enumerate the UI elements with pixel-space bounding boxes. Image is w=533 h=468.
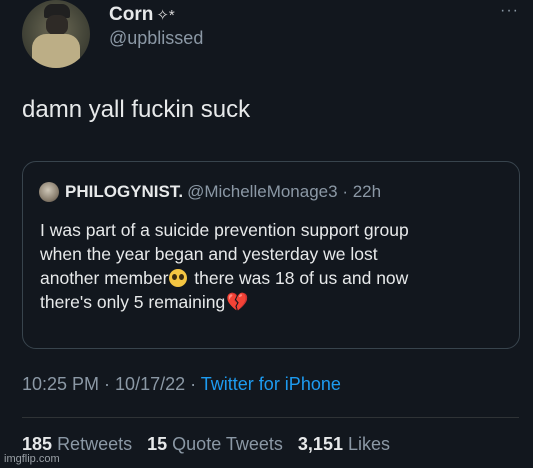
retweets-count: 185 <box>22 434 53 454</box>
watermark: imgflip.com <box>4 453 60 465</box>
quoted-text-line: I was part of a suicide prevention suppo… <box>40 220 409 240</box>
quoted-time-separator: · <box>337 182 353 201</box>
quoted-tweet[interactable]: PHILOGYNIST. @MichelleMonage3 · 22h I was… <box>22 161 520 349</box>
quote-tweets-count: 15 <box>147 434 168 454</box>
quote-tweets-stat[interactable]: 15 Quote Tweets <box>147 434 283 454</box>
author-handle[interactable]: @upblissed <box>109 28 203 49</box>
avatar-body <box>32 34 80 68</box>
broken-heart-emoji-icon: 💔 <box>226 292 249 312</box>
tweet-text: damn yall fuckin suck <box>22 96 251 123</box>
quoted-text-line: another member there was 18 of us and no… <box>40 266 510 290</box>
quoted-text-segment: another member <box>40 268 169 288</box>
quoted-text-segment: there's only 5 remaining <box>40 292 226 312</box>
tweet-source-link[interactable]: Twitter for iPhone <box>201 374 341 394</box>
pleading-face-emoji-icon <box>169 269 188 287</box>
author-name-text: Corn <box>109 4 154 25</box>
quoted-tweet-text: I was part of a suicide prevention suppo… <box>40 218 510 314</box>
quoted-text-line: there's only 5 remaining💔 <box>40 290 510 314</box>
quoted-author-avatar <box>39 182 59 202</box>
quoted-author-handle: @MichelleMonage3 <box>187 182 338 201</box>
author-name[interactable]: Corn ✧* <box>109 4 175 26</box>
author-avatar[interactable] <box>22 0 90 68</box>
likes-stat[interactable]: 3,151 Likes <box>298 434 390 454</box>
tweet-metadata: 10:25 PM · 10/17/22 · Twitter for iPhone <box>22 374 341 395</box>
tweet-stats: 185 Retweets 15 Quote Tweets 3,151 Likes <box>22 434 390 455</box>
tweet-time: 10:25 PM <box>22 374 100 394</box>
author-name-suffix: ✧* <box>156 7 175 24</box>
quoted-tweet-time: 22h <box>352 182 382 201</box>
quote-tweets-label: Quote Tweets <box>172 434 283 454</box>
tweet-date[interactable]: 10/17/22 <box>115 374 185 394</box>
retweets-label: Retweets <box>57 434 133 454</box>
meta-separator: · <box>185 374 201 394</box>
quoted-text-segment: there was 18 of us and now <box>189 268 409 288</box>
quoted-text-line: when the year began and yesterday we los… <box>40 244 378 264</box>
more-options-icon[interactable]: ··· <box>500 2 519 20</box>
meta-separator: · <box>99 374 116 394</box>
likes-label: Likes <box>347 434 391 454</box>
quoted-tweet-header: PHILOGYNIST. @MichelleMonage3 · 22h <box>65 182 381 202</box>
retweets-stat[interactable]: 185 Retweets <box>22 434 132 454</box>
quoted-author-name: PHILOGYNIST. <box>65 182 184 201</box>
avatar-face <box>46 15 68 35</box>
divider <box>22 417 519 418</box>
likes-count: 3,151 <box>297 434 343 454</box>
